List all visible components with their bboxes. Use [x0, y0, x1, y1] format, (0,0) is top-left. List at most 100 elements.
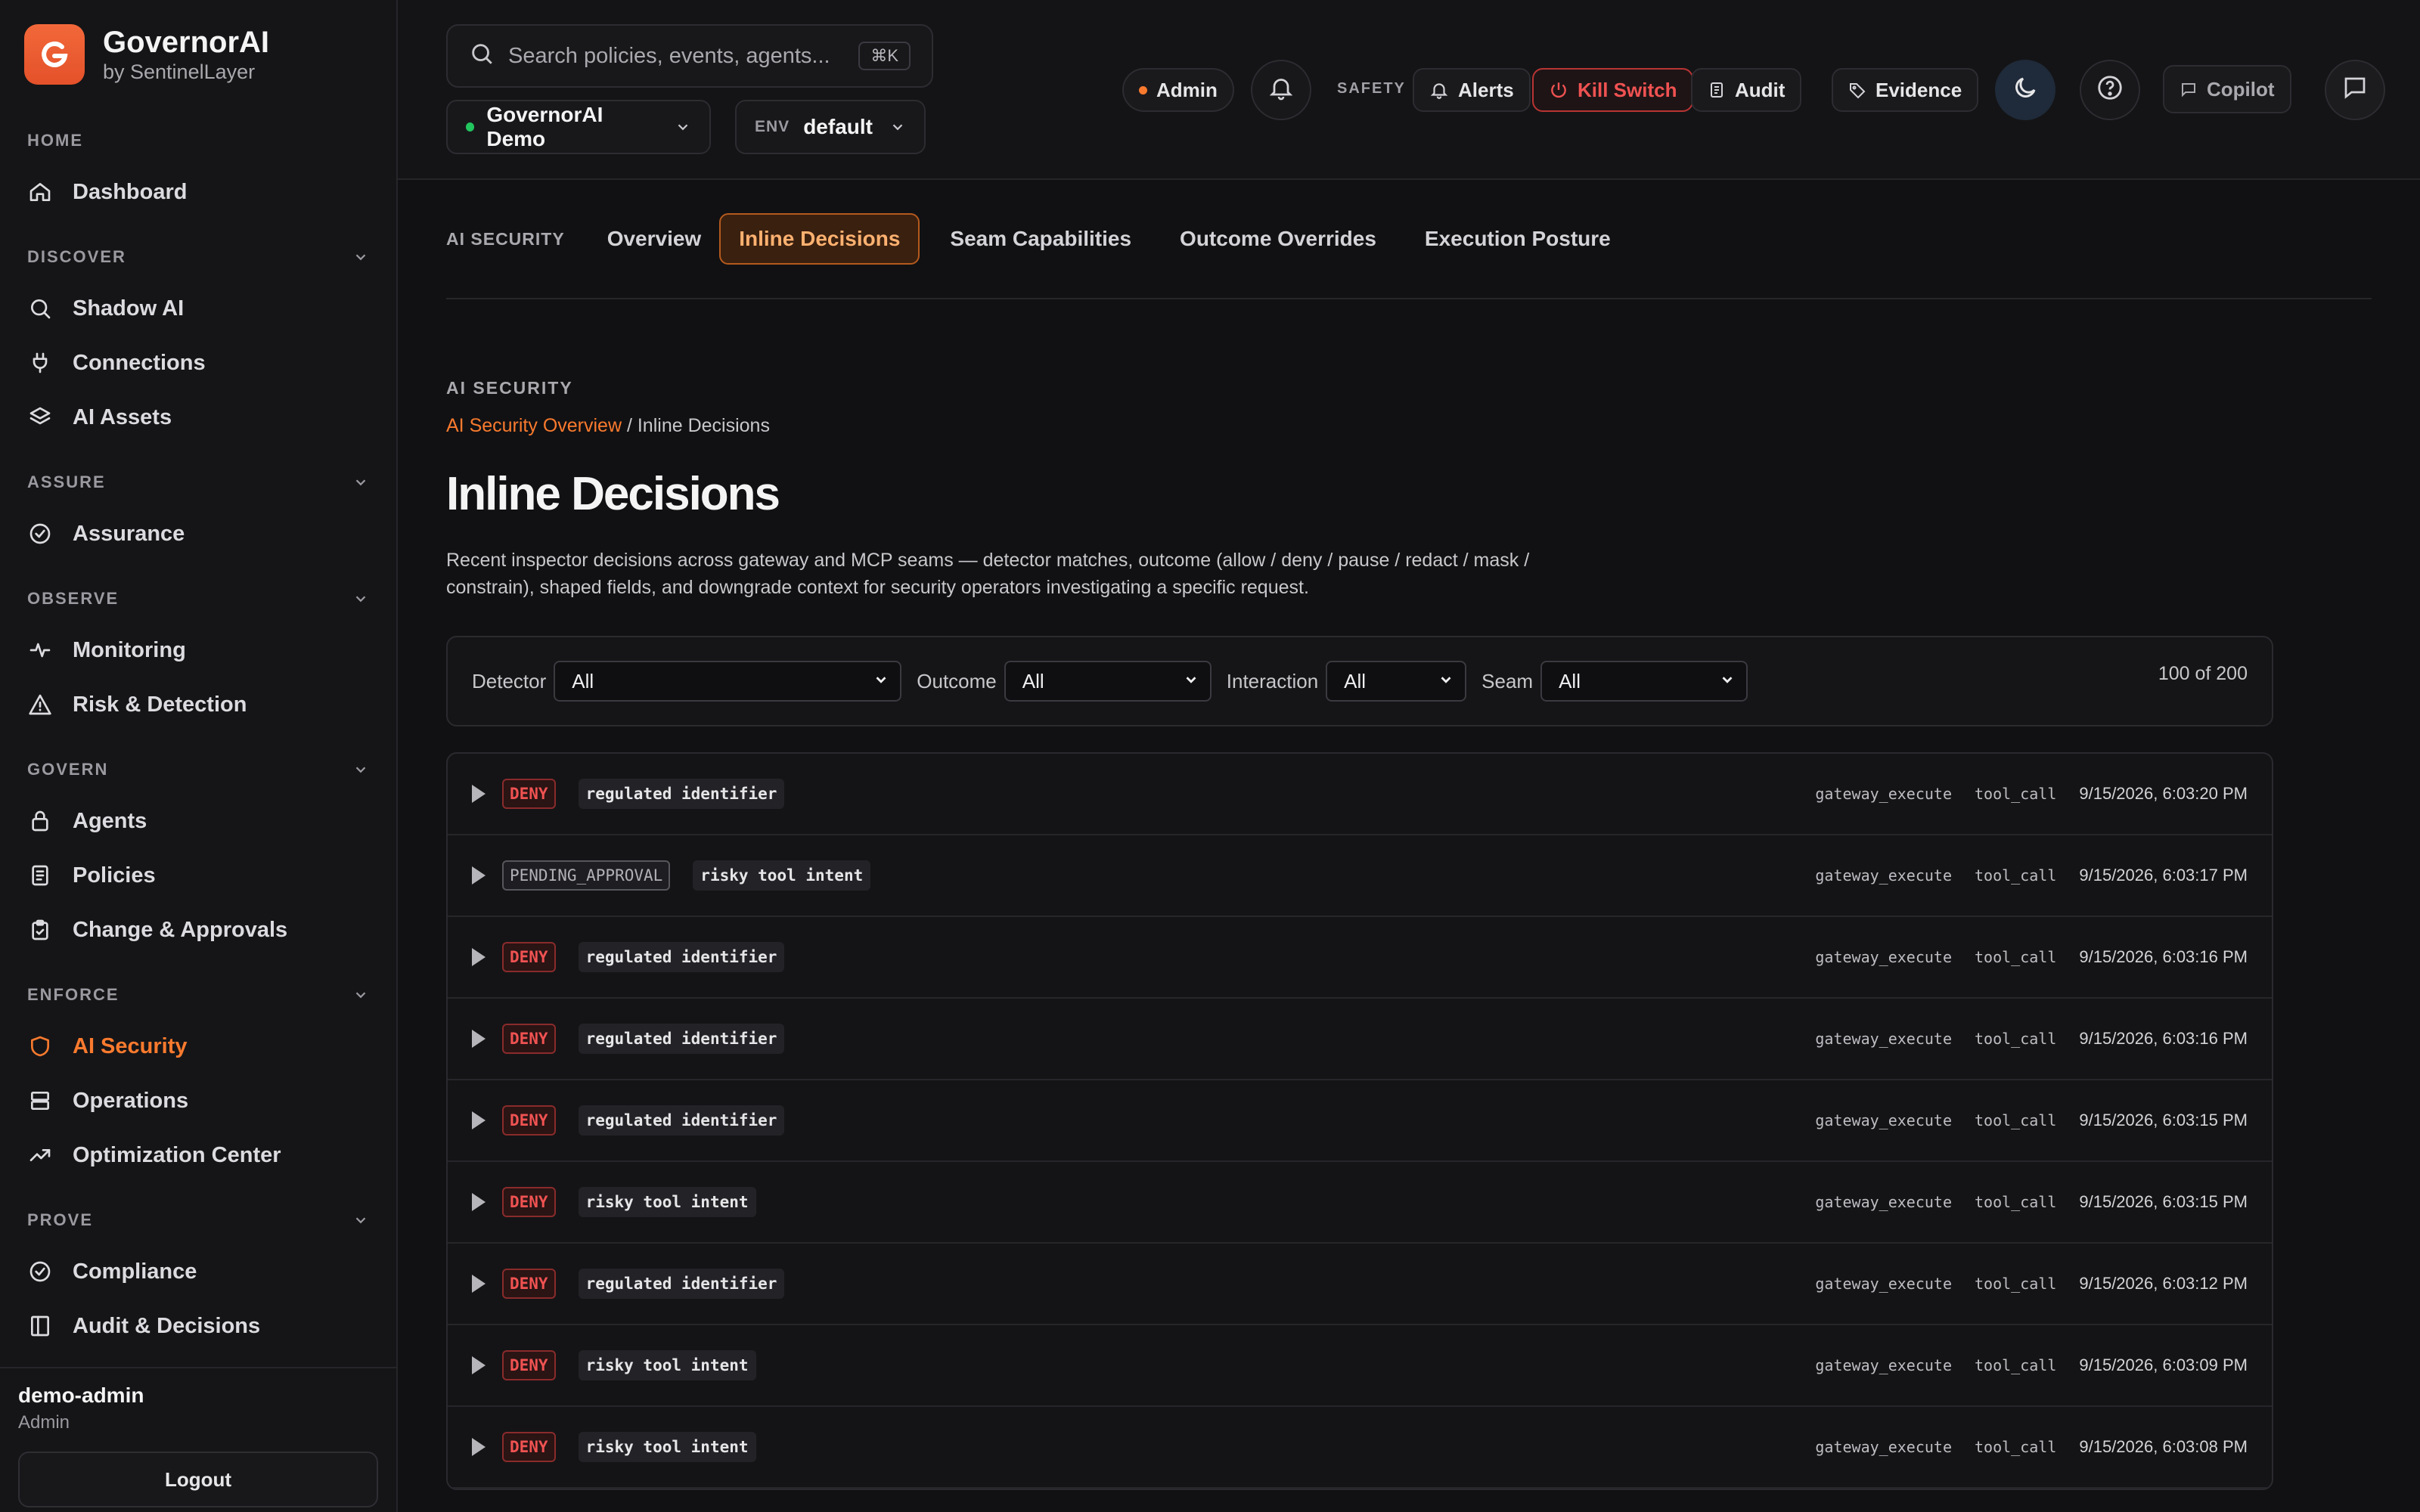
outcome-badge: DENY [502, 1187, 556, 1217]
workspace-status-dot [466, 122, 475, 132]
sidebar-item-optimization-center[interactable]: Optimization Center [0, 1128, 396, 1182]
expand-caret-icon[interactable] [472, 948, 486, 966]
tab-bar: AI SECURITY Overview Inline Decisions Seam… [446, 180, 2372, 299]
expand-caret-icon[interactable] [472, 1356, 486, 1374]
copilot-button[interactable]: Copilot [2163, 65, 2291, 113]
sidebar-item-dashboard[interactable]: Dashboard [0, 165, 396, 219]
sidebar-item-agents[interactable]: Agents [0, 794, 396, 848]
check-circle-icon [27, 521, 53, 547]
breadcrumb-link-overview[interactable]: AI Security Overview [446, 415, 622, 436]
table-row[interactable]: DENY risky tool intent gateway_execute tool… [448, 1407, 2272, 1489]
tab-outcome-overrides[interactable]: Outcome Overrides [1180, 213, 1376, 265]
chevron-down-icon [1183, 670, 1199, 693]
env-value: default [803, 115, 873, 138]
sidebar-item-label: Audit & Decisions [73, 1313, 261, 1338]
chevron-down-icon [873, 670, 889, 693]
timestamp: 9/15/2026, 6:03:15 PM [2079, 1192, 2248, 1211]
logout-button[interactable]: Logout [18, 1452, 378, 1507]
audit-button[interactable]: Audit [1691, 68, 1802, 112]
chevron-down-icon [352, 474, 369, 491]
sidebar-item-monitoring[interactable]: Monitoring [0, 623, 396, 677]
nav-section-discover[interactable]: DISCOVER [0, 242, 396, 272]
tab-execution-posture[interactable]: Execution Posture [1425, 213, 1611, 265]
timestamp: 9/15/2026, 6:03:15 PM [2079, 1111, 2248, 1129]
timestamp: 9/15/2026, 6:03:08 PM [2079, 1437, 2248, 1456]
theme-toggle-button[interactable] [1995, 60, 2055, 120]
outcome-filter-select[interactable]: All [1004, 661, 1212, 702]
nav-section-enforce[interactable]: ENFORCE [0, 980, 396, 1010]
detector-chip: regulated identifier [578, 942, 785, 972]
nav-section-govern[interactable]: GOVERN [0, 754, 396, 785]
expand-caret-icon[interactable] [472, 1275, 486, 1293]
interaction-value: tool_call [1975, 1193, 2057, 1211]
expand-caret-icon[interactable] [472, 1111, 486, 1129]
brand-name: GovernorAI [103, 26, 270, 59]
workspace-select[interactable]: GovernorAI Demo [446, 100, 711, 154]
table-row[interactable]: DENY regulated identifier gateway_execute t… [448, 917, 2272, 999]
sidebar-item-policies[interactable]: Policies [0, 848, 396, 903]
interaction-filter-select[interactable]: All [1326, 661, 1467, 702]
sidebar-item-label: Compliance [73, 1259, 197, 1284]
bell-icon [1267, 74, 1295, 107]
interaction-value: tool_call [1975, 1356, 2057, 1374]
sidebar-nav: HOME Dashboard DISCOVER Shadow AI Connection… [0, 109, 396, 1367]
timestamp: 9/15/2026, 6:03:16 PM [2079, 1029, 2248, 1048]
table-row[interactable]: DENY risky tool intent gateway_execute tool… [448, 1325, 2272, 1407]
expand-caret-icon[interactable] [472, 1193, 486, 1211]
expand-caret-icon[interactable] [472, 1438, 486, 1456]
chevron-down-icon [352, 1212, 369, 1228]
sidebar-item-operations[interactable]: Operations [0, 1074, 396, 1128]
env-select[interactable]: ENV default [735, 100, 926, 154]
plug-icon [27, 350, 53, 376]
expand-caret-icon[interactable] [472, 866, 486, 885]
moon-icon [2012, 74, 2039, 107]
nav-section-label: HOME [27, 131, 83, 150]
search-input[interactable] [508, 43, 859, 69]
page-description: Recent inspector decisions across gatewa… [446, 550, 1530, 598]
sidebar-item-ai-security[interactable]: AI Security [0, 1019, 396, 1074]
seam-filter-select[interactable]: All [1540, 661, 1748, 702]
tab-inline-decisions[interactable]: Inline Decisions [719, 213, 920, 265]
book-icon [27, 1313, 53, 1339]
search-box[interactable]: ⌘K [446, 24, 933, 88]
nav-section-label: PROVE [27, 1210, 94, 1229]
table-row[interactable]: PENDING_APPROVAL risky tool intent gateway… [448, 835, 2272, 917]
detector-chip: regulated identifier [578, 779, 785, 809]
layers-icon [27, 404, 53, 430]
nav-section-assure[interactable]: ASSURE [0, 467, 396, 497]
brand-sub: by SentinelLayer [103, 60, 256, 83]
detector-filter-select[interactable]: All [554, 661, 902, 702]
sidebar-item-change-approvals[interactable]: Change & Approvals [0, 903, 396, 957]
sidebar-item-risk-detection[interactable]: Risk & Detection [0, 677, 396, 732]
alerts-button[interactable]: Alerts [1413, 68, 1531, 112]
tab-seam-capabilities[interactable]: Seam Capabilities [950, 213, 1131, 265]
messages-button[interactable] [2325, 60, 2385, 120]
table-row[interactable]: DENY risky tool intent gateway_execute tool… [448, 1162, 2272, 1244]
outcome-badge: DENY [502, 779, 556, 809]
sidebar-item-governance-timeline[interactable]: Governance Timeline [0, 1353, 396, 1367]
table-row[interactable]: DENY regulated identifier gateway_execute t… [448, 1244, 2272, 1325]
expand-caret-icon[interactable] [472, 785, 486, 803]
table-row[interactable]: DENY regulated identifier gateway_execute t… [448, 999, 2272, 1080]
evidence-button[interactable]: Evidence [1832, 68, 1979, 112]
sidebar-item-shadow-ai[interactable]: Shadow AI [0, 281, 396, 336]
expand-caret-icon[interactable] [472, 1030, 486, 1048]
detector-chip: risky tool intent [578, 1350, 756, 1380]
help-button[interactable] [2080, 60, 2140, 120]
sidebar-item-compliance[interactable]: Compliance [0, 1244, 396, 1299]
sidebar-item-assurance[interactable]: Assurance [0, 507, 396, 561]
table-row[interactable]: DENY regulated identifier gateway_execute t… [448, 1080, 2272, 1162]
sidebar-item-audit-decisions[interactable]: Audit & Decisions [0, 1299, 396, 1353]
sidebar-item-ai-assets[interactable]: AI Assets [0, 390, 396, 445]
kill-switch-button[interactable]: Kill Switch [1532, 68, 1694, 112]
nav-section-prove[interactable]: PROVE [0, 1205, 396, 1235]
notifications-button[interactable] [1251, 60, 1311, 120]
table-row[interactable]: DENY regulated identifier gateway_execute t… [448, 754, 2272, 835]
breadcrumb-separator: / [622, 415, 638, 436]
chevron-down-icon [889, 119, 906, 135]
tab-overview[interactable]: Overview [607, 213, 702, 265]
nav-section-observe[interactable]: OBSERVE [0, 584, 396, 614]
sidebar-item-connections[interactable]: Connections [0, 336, 396, 390]
brand[interactable]: GovernorAI by SentinelLayer [0, 0, 396, 109]
admin-badge[interactable]: Admin [1122, 68, 1234, 112]
